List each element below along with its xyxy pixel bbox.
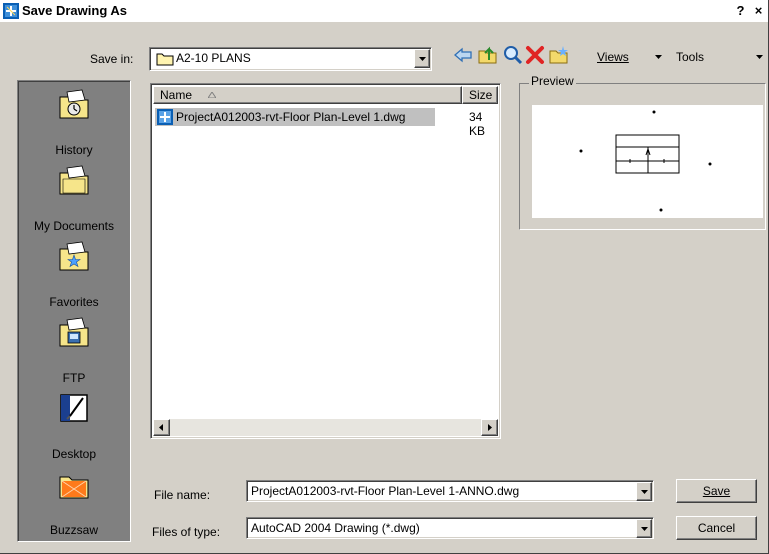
place-label: History	[55, 143, 93, 157]
save-in-combo[interactable]: A2-10 PLANS	[149, 47, 432, 71]
place-label: Desktop	[51, 447, 97, 461]
place-label: My Documents	[33, 219, 115, 233]
chevron-down-icon	[419, 57, 426, 61]
back-arrow-icon[interactable]	[452, 44, 474, 66]
file-name-value: ProjectA012003-rvt-Floor Plan-Level 1-AN…	[251, 484, 520, 498]
sort-ascending-icon	[208, 92, 216, 98]
title-bar[interactable]: Save Drawing As ? ×	[0, 0, 768, 23]
dwg-file-icon	[157, 109, 173, 125]
scroll-right-button[interactable]	[481, 419, 498, 436]
scroll-left-button[interactable]	[153, 419, 170, 436]
place-buzzsaw[interactable]: Buzzsaw	[18, 461, 130, 537]
place-desktop[interactable]: Desktop	[18, 385, 130, 461]
desktop-icon	[60, 394, 88, 422]
delete-icon[interactable]	[524, 44, 546, 66]
place-history[interactable]: History	[18, 81, 130, 157]
views-menu[interactable]: Views	[597, 50, 629, 64]
chevron-down-icon	[641, 490, 648, 494]
places-bar: History My Documents Favorites FTP Deskt…	[17, 80, 131, 542]
autocad-drawing-icon	[3, 3, 19, 19]
place-my-documents[interactable]: My Documents	[18, 157, 130, 233]
folder-icon	[156, 53, 174, 66]
files-of-type-select[interactable]: AutoCAD 2004 Drawing (*.dwg)	[246, 517, 654, 539]
history-folder-icon	[59, 89, 89, 119]
files-of-type-label: Files of type:	[152, 525, 221, 539]
help-button[interactable]: ?	[733, 3, 748, 18]
files-of-type-dropdown-button[interactable]	[636, 519, 652, 538]
ftp-folder-icon	[59, 317, 89, 347]
my-documents-folder-icon	[59, 165, 89, 195]
file-list[interactable]: Name Size ProjectA012003-rvt-Floor Plan-…	[150, 83, 501, 439]
views-dropdown-icon[interactable]	[655, 55, 662, 59]
tools-menu[interactable]: Tools	[676, 50, 704, 64]
buzzsaw-folder-icon	[59, 476, 89, 499]
place-label: FTP	[62, 371, 86, 385]
files-of-type-value: AutoCAD 2004 Drawing (*.dwg)	[251, 521, 420, 535]
cancel-button[interactable]: Cancel	[676, 516, 757, 540]
chevron-down-icon	[641, 527, 648, 531]
place-label: Favorites	[49, 295, 99, 309]
close-button[interactable]: ×	[751, 3, 766, 18]
save-button[interactable]: Save	[676, 479, 757, 503]
preview-image	[532, 105, 763, 218]
file-name-label: File name:	[154, 488, 211, 502]
search-web-icon[interactable]	[502, 44, 524, 66]
file-size: 34 KB	[469, 110, 486, 138]
file-name: ProjectA012003-rvt-Floor Plan-Level 1.dw…	[176, 110, 406, 124]
save-in-label: Save in:	[90, 52, 134, 66]
up-one-level-icon[interactable]	[477, 44, 499, 66]
create-new-folder-icon[interactable]	[548, 44, 570, 66]
tools-dropdown-icon[interactable]	[756, 55, 763, 59]
file-name-dropdown-button[interactable]	[636, 482, 652, 501]
save-in-value: A2-10 PLANS	[176, 51, 251, 65]
save-drawing-dialog: Save Drawing As ? × Save in: A2-10 PLANS…	[0, 0, 769, 554]
file-name-input[interactable]: ProjectA012003-rvt-Floor Plan-Level 1-AN…	[246, 480, 654, 502]
chevron-right-icon	[488, 424, 492, 431]
column-header-size[interactable]: Size	[462, 86, 498, 104]
place-ftp[interactable]: FTP	[18, 309, 130, 385]
chevron-left-icon	[159, 424, 163, 431]
save-in-dropdown-button[interactable]	[414, 49, 430, 68]
place-favorites[interactable]: Favorites	[18, 233, 130, 309]
place-label: Buzzsaw	[49, 523, 99, 537]
window-title: Save Drawing As	[22, 3, 128, 18]
preview-label: Preview	[529, 74, 576, 88]
file-row[interactable]: ProjectA012003-rvt-Floor Plan-Level 1.dw…	[155, 108, 435, 126]
favorites-folder-icon	[59, 241, 89, 271]
horizontal-scrollbar[interactable]	[153, 419, 498, 436]
column-header-name[interactable]: Name	[153, 86, 462, 104]
